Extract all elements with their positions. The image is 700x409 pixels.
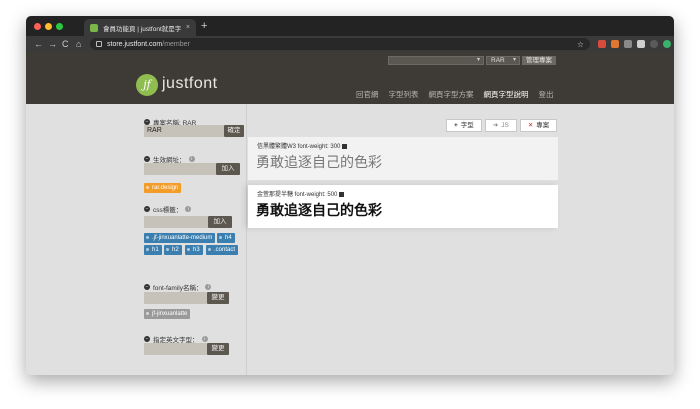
change-english-font-button[interactable]: 變更 — [207, 343, 229, 355]
js-button[interactable]: ➜ JS — [484, 119, 517, 132]
extension-icon-1[interactable] — [598, 40, 606, 48]
delete-project-button[interactable]: ✕ 專案 — [519, 119, 558, 132]
add-font-button[interactable]: + 字型 — [446, 119, 482, 132]
extension-icon-3[interactable] — [624, 40, 632, 48]
main-nav: 回官網 字型列表 網頁字型方案 網頁字型說明 登出 — [356, 89, 564, 100]
nav-logout[interactable]: 登出 — [539, 89, 554, 100]
address-bar[interactable]: store.justfont.com/member ☆ — [90, 38, 590, 50]
add-domain-button[interactable]: 加入 — [216, 163, 240, 175]
collapse-icon[interactable]: − — [144, 156, 150, 162]
tab-close-icon[interactable]: × — [186, 24, 190, 31]
font-family-input[interactable] — [144, 292, 207, 304]
profile-avatar[interactable] — [650, 40, 658, 48]
nav-webfont-guide[interactable]: 網頁字型說明 — [484, 89, 529, 100]
bookmark-star-icon[interactable]: ☆ — [577, 40, 584, 49]
collapse-icon[interactable]: − — [144, 284, 150, 290]
font-family-tag[interactable]: jf-jinxuanlatte — [144, 309, 191, 319]
nav-font-list[interactable]: 字型列表 — [389, 89, 419, 100]
add-css-button[interactable]: 加入 — [208, 216, 232, 228]
browser-window: 會員功能頁 | justfont就是字・線上… × + ← → C ⌂ stor… — [26, 16, 674, 375]
close-window-button[interactable] — [34, 23, 41, 30]
reload-button[interactable]: C — [62, 38, 69, 50]
tab-title: 會員功能頁 | justfont就是字・線上… — [103, 25, 182, 33]
info-icon[interactable]: i — [201, 336, 208, 342]
css-tag[interactable]: h4 — [217, 233, 235, 243]
project-settings-sidebar: − 專案名稱: RAR RAR 確定 − 生效網址： i 加入 rar.desi… — [144, 104, 247, 375]
tab-strip: 會員功能頁 | justfont就是字・線上… × + — [26, 16, 674, 36]
favicon-icon — [90, 23, 98, 32]
collapse-icon[interactable]: − — [144, 206, 150, 212]
css-tag[interactable]: .jf-jinxuanlatte-medium — [144, 233, 216, 243]
font-select[interactable]: ▾ — [388, 56, 484, 65]
info-icon[interactable]: i — [188, 156, 195, 162]
manage-project-button[interactable]: 管理專案 — [522, 56, 556, 65]
chevron-down-icon: ▾ — [476, 57, 480, 63]
change-font-family-button[interactable]: 變更 — [207, 292, 229, 304]
project-name-input[interactable]: RAR — [144, 125, 224, 137]
nav-webfont-plans[interactable]: 網頁字型方案 — [429, 89, 474, 100]
css-tag[interactable]: h3 — [185, 245, 203, 255]
trash-icon[interactable] — [339, 192, 345, 197]
confirm-button[interactable]: 確定 — [224, 125, 244, 137]
plus-icon: + — [454, 122, 458, 129]
home-button[interactable]: ⌂ — [76, 38, 81, 50]
english-font-input[interactable] — [144, 343, 207, 355]
site-header: ▾ RAR ▾ 管理專案 jf justfont — [26, 52, 674, 104]
action-bar: + 字型 ➜ JS ✕ 專案 — [446, 119, 558, 132]
chevron-down-icon: ▾ — [512, 57, 516, 63]
font-family-label: − font-family名稱： i — [144, 282, 212, 292]
domain-input[interactable] — [144, 163, 216, 175]
browser-toolbar: ← → C ⌂ store.justfont.com/member ☆ — [26, 36, 674, 52]
domain-tag[interactable]: rar.design — [144, 183, 182, 193]
font-meta: 金萱那提半糖 font-weight: 500 — [257, 189, 345, 198]
font-card[interactable]: 金萱那提半糖 font-weight: 500 勇敢追逐自己的色彩 — [248, 185, 558, 228]
css-input[interactable] — [144, 216, 208, 228]
trash-icon[interactable] — [342, 144, 348, 149]
update-icon[interactable] — [663, 40, 671, 48]
arrow-right-icon: ➜ — [492, 122, 499, 129]
css-label: − css標籤： i — [144, 204, 192, 214]
css-tag[interactable]: .contact — [206, 245, 239, 255]
info-icon[interactable]: i — [205, 284, 212, 290]
nav-official-site[interactable]: 回官網 — [356, 89, 379, 100]
extension-icon-2[interactable] — [611, 40, 619, 48]
url-text: store.justfont.com/member — [107, 40, 190, 48]
extension-icon-4[interactable] — [637, 40, 645, 48]
justfont-logo-text[interactable]: justfont — [162, 75, 218, 93]
font-sample-text: 勇敢追逐自己的色彩 — [256, 202, 382, 218]
css-tag[interactable]: h1 — [144, 245, 162, 255]
new-tab-button[interactable]: + — [201, 19, 207, 33]
close-icon: ✕ — [527, 122, 534, 129]
font-meta: 信黑體繁體W3 font-weight: 300 — [257, 141, 348, 150]
member-content: − 專案名稱: RAR RAR 確定 − 生效網址： i 加入 rar.desi… — [26, 104, 674, 375]
justfont-logo-icon[interactable]: jf — [136, 74, 158, 96]
back-button[interactable]: ← — [34, 38, 43, 50]
info-icon[interactable]: i — [185, 206, 192, 212]
project-select[interactable]: RAR ▾ — [486, 56, 520, 65]
maximize-window-button[interactable] — [56, 23, 63, 30]
lock-icon — [96, 41, 102, 47]
font-card[interactable]: 信黑體繁體W3 font-weight: 300 勇敢追逐自己的色彩 — [248, 137, 558, 180]
browser-tab[interactable]: 會員功能頁 | justfont就是字・線上… × — [84, 19, 196, 36]
collapse-icon[interactable]: − — [144, 336, 150, 342]
css-tag[interactable]: h2 — [164, 245, 182, 255]
font-sample-text: 勇敢追逐自己的色彩 — [256, 154, 382, 170]
minimize-window-button[interactable] — [45, 23, 52, 30]
forward-button[interactable]: → — [48, 38, 57, 50]
